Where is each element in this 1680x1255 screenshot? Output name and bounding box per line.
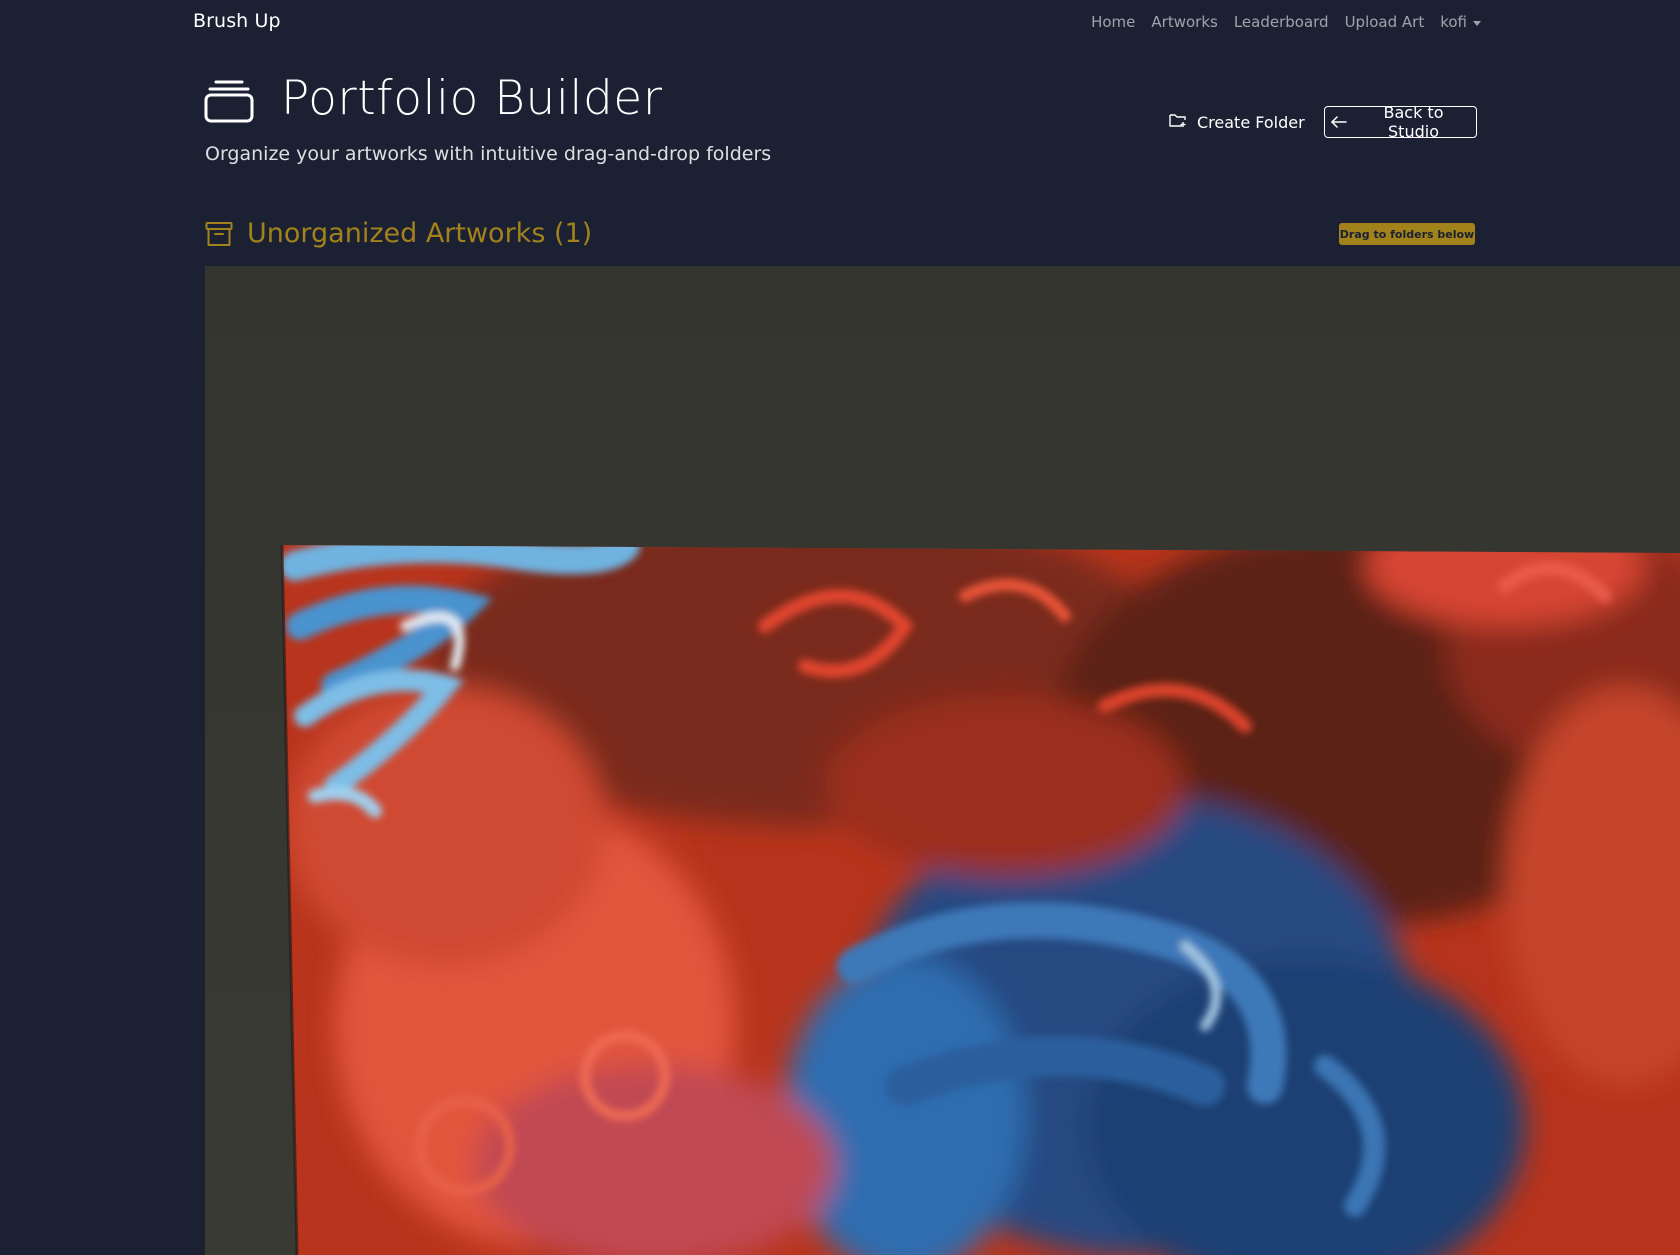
abstract-painting-thumbnail [205, 266, 1680, 1255]
navbar: Brush Up Home Artworks Leaderboard Uploa… [0, 0, 1680, 46]
create-folder-label: Create Folder [1197, 112, 1305, 132]
drag-hint-badge: Drag to folders below [1339, 223, 1475, 245]
folder-plus-icon [1169, 112, 1187, 132]
page-subtitle: Organize your artworks with intuitive dr… [205, 143, 772, 165]
caret-down-icon [1473, 20, 1481, 26]
nav-links: Home Artworks Leaderboard Upload Art kof… [1091, 13, 1481, 31]
back-to-studio-label: Back to Studio [1383, 103, 1444, 141]
brand-logo[interactable]: Brush Up [193, 10, 281, 32]
collection-stack-icon [204, 79, 254, 123]
archive-box-icon [205, 221, 233, 247]
nav-link-upload-art[interactable]: Upload Art [1345, 13, 1425, 31]
section-title: Unorganized Artworks (1) [247, 218, 593, 249]
user-dropdown[interactable]: kofi [1440, 13, 1481, 31]
nav-link-leaderboard[interactable]: Leaderboard [1234, 13, 1329, 31]
arrow-left-icon [1331, 113, 1347, 132]
artwork-card[interactable] [205, 266, 1680, 1255]
page-title: Portfolio Builder [281, 71, 663, 126]
nav-link-home[interactable]: Home [1091, 13, 1135, 31]
back-to-studio-button[interactable]: Back to Studio [1324, 103, 1477, 141]
create-folder-button[interactable]: Create Folder [1169, 106, 1305, 138]
nav-link-artworks[interactable]: Artworks [1151, 13, 1217, 31]
user-name: kofi [1440, 13, 1467, 31]
